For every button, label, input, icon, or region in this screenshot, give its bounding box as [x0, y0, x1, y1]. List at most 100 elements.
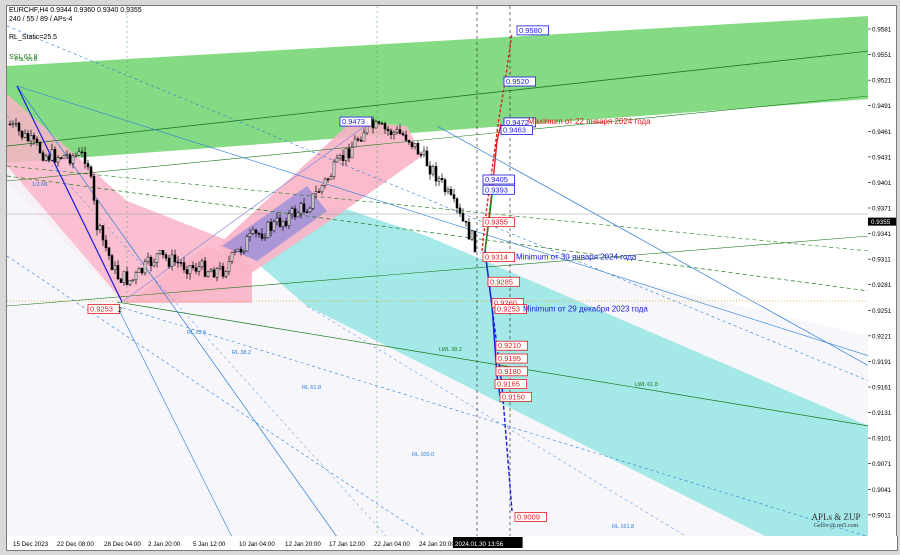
- candle-body: [329, 176, 333, 180]
- candle-body: [17, 122, 21, 132]
- candle-body: [332, 161, 336, 177]
- price-tick-label: 0.9551: [872, 52, 892, 59]
- candle-body: [299, 203, 303, 214]
- candle-body: [197, 266, 201, 272]
- candle-body: [275, 217, 279, 222]
- ssl-label: SSL 61.8: [9, 54, 38, 61]
- line-label: LWL 38.2: [439, 347, 462, 353]
- cursor-time-label: 2024.01.30 13:56: [455, 541, 504, 548]
- candle-body: [389, 130, 393, 136]
- candle-body: [29, 135, 33, 142]
- current-price-label: 0.9355: [871, 219, 891, 226]
- candle-body: [470, 230, 474, 240]
- candle-body: [398, 129, 402, 134]
- candle-body: [53, 149, 57, 163]
- candle-body: [74, 154, 78, 157]
- line-label: RL 38.2: [232, 350, 251, 356]
- candle-body: [431, 166, 435, 175]
- price-red: 0.9165: [497, 380, 520, 389]
- candle-body: [209, 269, 213, 273]
- price-red: 0.9253: [497, 305, 520, 314]
- time-tick-label: 22 Jan 04:00: [374, 541, 410, 548]
- signature-sub: Gelox @ mt5.com: [813, 523, 859, 529]
- candle-body: [119, 278, 123, 283]
- price-red: 0.9355: [485, 218, 508, 227]
- candle-body: [20, 130, 24, 138]
- price-tick-label: 0.9311: [872, 257, 891, 264]
- candle-body: [434, 166, 438, 182]
- candle-body: [437, 177, 441, 182]
- candle-body: [254, 229, 258, 234]
- price-tick-label: 0.9461: [872, 129, 892, 136]
- time-tick-label: 28 Dec 04:00: [104, 541, 141, 548]
- candle-body: [179, 262, 183, 264]
- candle-body: [383, 123, 387, 130]
- candle-body: [215, 268, 219, 278]
- price-axis[interactable]: 0.9581 0.9551 0.9521 0.9491 0.9461 0.9431 0.94…: [868, 5, 897, 538]
- candle-body: [59, 157, 63, 159]
- candle-body: [278, 217, 282, 227]
- candle-body: [212, 269, 216, 278]
- candle-body: [221, 266, 225, 277]
- symbol-info: EURCHF,H4 0.9344 0.9360 0.9340 0.9355: [9, 7, 142, 14]
- point-2-label: 2: [118, 307, 122, 314]
- candle-body: [335, 157, 339, 163]
- candle-body: [83, 152, 87, 164]
- candle-body: [236, 248, 240, 252]
- candle-body: [272, 221, 276, 231]
- candle-body: [68, 154, 72, 164]
- candle-body: [293, 208, 297, 218]
- price-tick-label: 0.9011: [872, 512, 891, 519]
- candle-body: [326, 178, 330, 181]
- signature: APLs & ZUP Gelox @ mt5.com: [808, 513, 864, 531]
- line-label: RL 23.6: [187, 330, 206, 336]
- candle-body: [317, 191, 321, 193]
- indicator-info: 240 / 55 / 89 / APs-4: [9, 16, 73, 23]
- candle-body: [464, 220, 468, 223]
- candle-body: [260, 233, 264, 239]
- candle-body: [320, 185, 324, 193]
- candle-body: [101, 225, 105, 241]
- price-tick-label: 0.9491: [872, 103, 892, 110]
- candle-body: [296, 212, 300, 218]
- candle-body: [350, 146, 354, 159]
- candle-body: [266, 221, 270, 238]
- candle-body: [371, 119, 375, 129]
- candle-body: [26, 132, 30, 142]
- annotation-max: Maximum от 22 января 2024 года: [528, 117, 651, 126]
- candle-body: [152, 262, 156, 267]
- price-red: 0.9210: [498, 341, 521, 350]
- candle-body: [419, 154, 423, 156]
- price-tick-label: 0.9251: [872, 308, 892, 315]
- candle-body: [338, 155, 342, 159]
- candle-body: [257, 233, 261, 235]
- candle-body: [131, 279, 135, 282]
- green-channel: [7, 16, 869, 163]
- candle-body: [11, 123, 15, 125]
- candle-body: [194, 267, 198, 272]
- candle-body: [341, 155, 345, 161]
- time-axis[interactable]: 15 Dec 2023 22 Dec 08:00 28 Dec 04:00 2 Jan…: [6, 536, 898, 551]
- candle-body: [269, 221, 273, 231]
- line-label: RL 161.8: [612, 524, 634, 530]
- price-tick-label: 0.9101: [872, 436, 892, 443]
- candle-body: [461, 212, 465, 222]
- candle-body: [203, 260, 207, 277]
- candle-body: [95, 200, 99, 231]
- time-tick-label: 17 Jan 12:00: [329, 541, 365, 548]
- candle-body: [206, 271, 210, 277]
- candle-body: [251, 229, 255, 234]
- plot-area[interactable]: 0.9580 0.9520 0.9472 0.9473 0.9463 0.9405 0.93…: [6, 5, 870, 538]
- candle-body: [173, 254, 177, 263]
- candle-body: [107, 247, 111, 256]
- price-red: 0.9253: [90, 305, 113, 314]
- line-label: RL 100.0: [412, 452, 434, 458]
- price-tick-label: 0.9221: [872, 333, 892, 340]
- candle-body: [410, 142, 414, 148]
- candle-body: [416, 142, 420, 155]
- price-tick-label: 0.9371: [872, 206, 892, 213]
- candle-body: [407, 139, 411, 143]
- candle-body: [458, 207, 462, 214]
- candle-body: [353, 138, 357, 148]
- candle-body: [35, 138, 39, 143]
